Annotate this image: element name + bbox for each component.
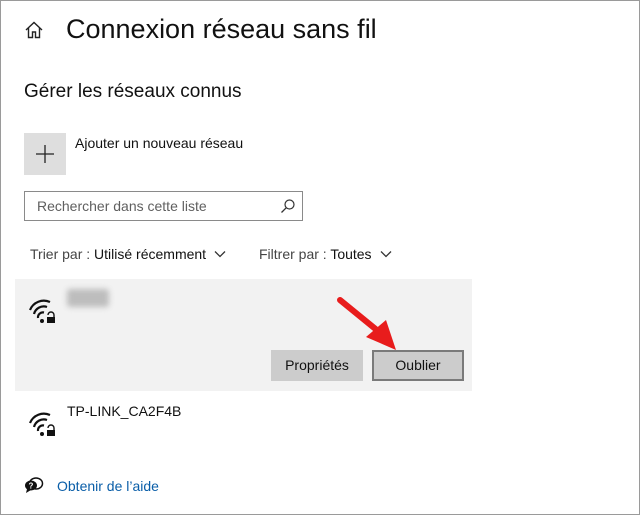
svg-text:?: ? (29, 482, 34, 491)
sort-value: Utilisé récemment (94, 246, 207, 262)
network-name[interactable]: TP-LINK_CA2F4B (67, 402, 181, 420)
chevron-down-icon (380, 250, 392, 258)
search-input[interactable] (25, 192, 277, 220)
red-arrow-annotation (337, 297, 396, 350)
section-title: Gérer les réseaux connus (24, 81, 242, 102)
wifi-secured-icon (28, 412, 55, 436)
network-name-blurred: lamat (67, 289, 109, 307)
wifi-secured-icon (28, 299, 55, 323)
sort-label: Trier par : (30, 246, 95, 262)
help-chat-icon: ? (25, 477, 44, 493)
help-link[interactable]: Obtenir de l’aide (57, 477, 159, 495)
properties-button[interactable]: Propriétés (271, 350, 363, 381)
home-icon[interactable] (24, 20, 44, 40)
add-network-label[interactable]: Ajouter un nouveau réseau (75, 134, 243, 152)
plus-icon (36, 145, 54, 163)
filter-value: Toutes (330, 246, 372, 262)
sort-dropdown[interactable]: Trier par : Utilisé récemment (30, 245, 226, 263)
search-icon[interactable] (280, 198, 296, 214)
search-box (24, 191, 303, 221)
filter-label: Filtrer par : (259, 246, 331, 262)
filter-dropdown[interactable]: Filtrer par : Toutes (259, 245, 392, 263)
page-title: Connexion réseau sans fil (66, 14, 377, 44)
add-network-button[interactable] (24, 133, 66, 175)
forget-button[interactable]: Oublier (372, 350, 464, 381)
chevron-down-icon (214, 250, 226, 258)
